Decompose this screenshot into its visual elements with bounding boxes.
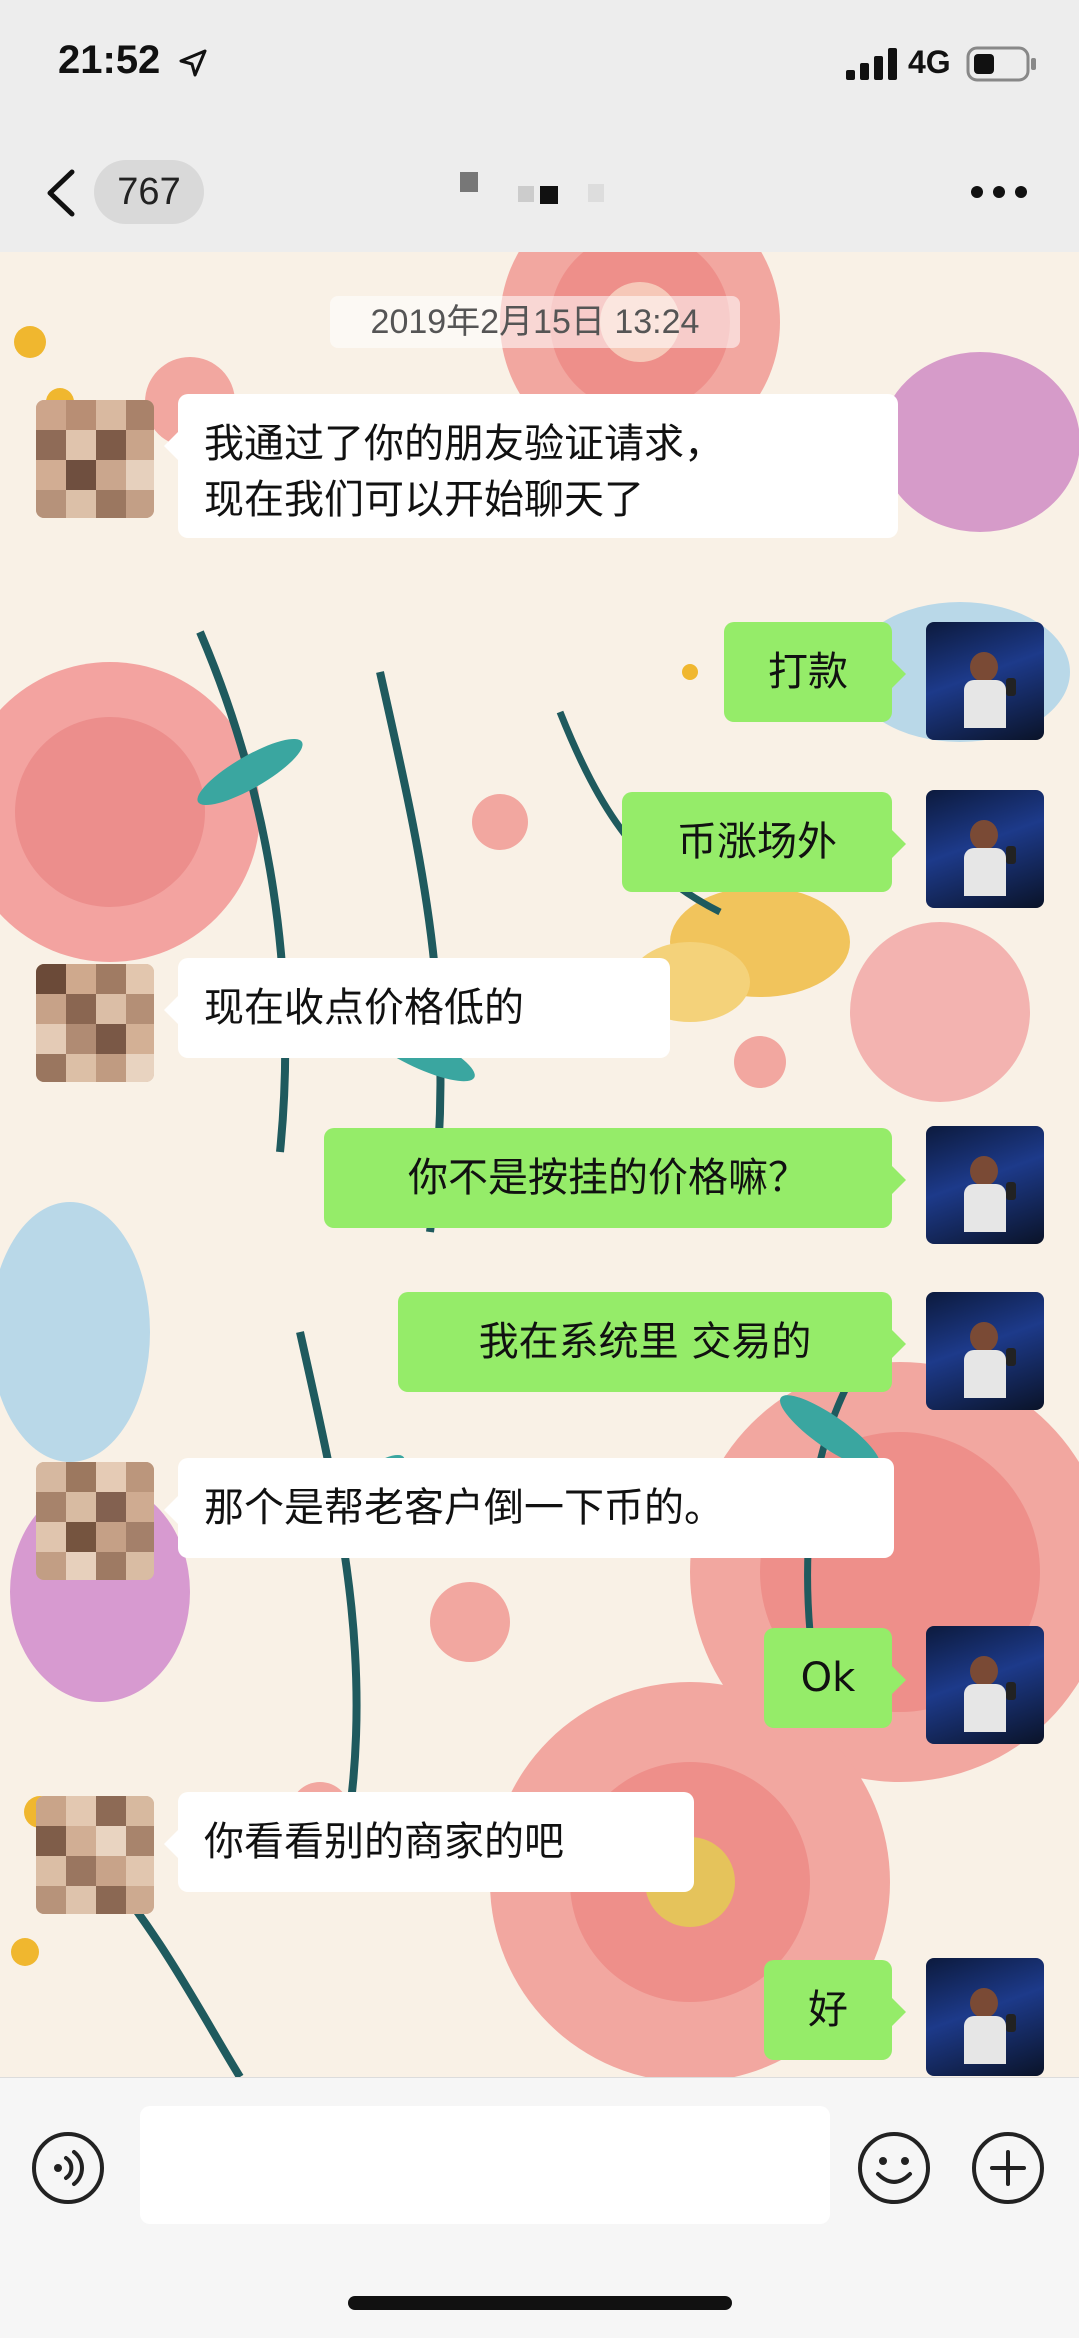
message-bubble-incoming[interactable]: 那个是帮老客户倒一下币的。 [164,1458,894,1558]
unread-count-badge[interactable]: 767 [94,160,204,224]
message-bubble-incoming[interactable]: 我通过了你的朋友验证请求， 现在我们可以开始聊天了 [164,394,898,538]
chat-input-bar [0,2077,1079,2338]
emoji-icon[interactable] [856,2130,932,2206]
message-bubble-outgoing[interactable]: Ok [764,1628,906,1728]
plus-icon[interactable] [970,2130,1046,2206]
contact-name-redacted [460,172,630,212]
my-avatar[interactable] [926,1292,1044,1410]
message-bubble-outgoing[interactable]: 打款 [724,622,906,722]
friend-avatar[interactable] [36,964,154,1082]
chevron-left-icon[interactable] [42,168,78,218]
message-bubble-incoming[interactable]: 你看看别的商家的吧 [164,1792,694,1892]
message-input[interactable] [140,2106,830,2224]
network-type: 4G [908,44,951,80]
signal-icon [846,48,897,80]
location-arrow-icon [179,49,207,77]
chat-message-area[interactable]: 2019年2月15日 13:24 我通过了你的朋友验证请求， 现在我们可以开始聊… [0,252,1079,2077]
my-avatar[interactable] [926,1126,1044,1244]
chat-timestamp: 2019年2月15日 13:24 [330,296,740,348]
friend-avatar[interactable] [36,1796,154,1914]
home-indicator[interactable] [348,2296,732,2310]
status-bar: 21:52 4G [0,0,1079,130]
message-bubble-outgoing[interactable]: 币涨场外 [622,792,906,892]
chat-header: 767 [0,130,1079,252]
my-avatar[interactable] [926,1626,1044,1744]
message-bubble-outgoing[interactable]: 好 [764,1960,906,2060]
more-dots-icon[interactable] [970,185,1028,199]
voice-icon[interactable] [30,2130,106,2206]
my-avatar[interactable] [926,622,1044,740]
my-avatar[interactable] [926,1958,1044,2076]
friend-avatar[interactable] [36,1462,154,1580]
friend-avatar[interactable] [36,400,154,518]
message-bubble-outgoing[interactable]: 我在系统里 交易的 [398,1292,906,1392]
message-bubble-incoming[interactable]: 现在收点价格低的 [164,958,670,1058]
battery-icon [966,46,1036,82]
status-time: 21:52 [58,38,161,82]
message-bubble-outgoing[interactable]: 你不是按挂的价格嘛？ [324,1128,906,1228]
my-avatar[interactable] [926,790,1044,908]
